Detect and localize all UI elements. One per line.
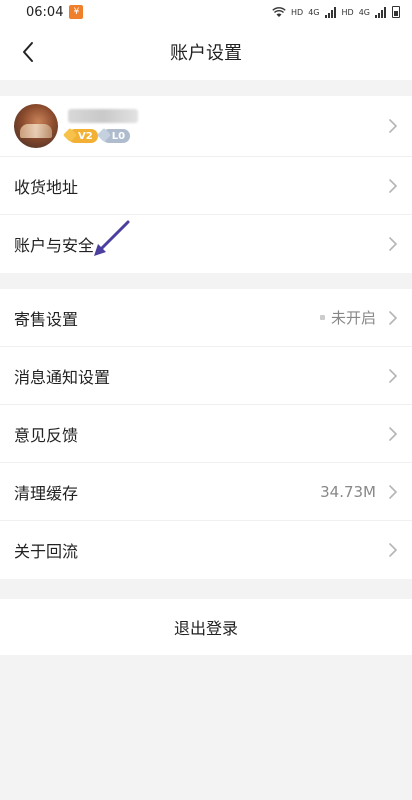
settings-item-label: 寄售设置 (14, 309, 79, 329)
settings-item-label: 意见反馈 (14, 425, 79, 445)
profile-row[interactable]: V2 L0 (0, 96, 412, 157)
chevron-right-icon (389, 178, 398, 193)
consign-status-text: 未开启 (330, 309, 376, 327)
status-right: HD 4G HD 4G (272, 6, 400, 18)
section-gap (0, 579, 412, 599)
chevron-right-icon (389, 368, 398, 383)
settings-item-notifications[interactable]: 消息通知设置 (0, 347, 412, 405)
page-title: 账户设置 (170, 43, 242, 64)
network-hd-1: HD (291, 7, 304, 17)
nav-bar: 账户设置 (0, 24, 412, 80)
level-badges: V2 L0 (68, 129, 388, 143)
preferences-group: 寄售设置 未开启 消息通知设置 意见反馈 清理缓存 34.73M 关于回流 (0, 289, 412, 579)
section-gap (0, 80, 412, 96)
settings-item-label: 关于回流 (14, 542, 79, 561)
chevron-right-icon (389, 543, 398, 557)
battery-icon (392, 6, 400, 18)
cache-size: 34.73M (320, 482, 376, 501)
signal-icon-2 (375, 6, 387, 18)
status-bar: 06:04 ¥ HD 4G HD 4G (0, 0, 412, 24)
settings-item-address[interactable]: 收货地址 (0, 157, 412, 215)
chevron-right-icon (389, 310, 398, 325)
settings-item-label: 收货地址 (14, 177, 79, 197)
settings-item-feedback[interactable]: 意见反馈 (0, 405, 412, 463)
section-gap (0, 273, 412, 289)
user-level-badge: L0 (101, 129, 131, 143)
profile-info: V2 L0 (68, 109, 388, 143)
consign-status: 未开启 (319, 307, 376, 328)
network-hd-2: HD (341, 7, 354, 17)
wifi-icon (272, 6, 286, 17)
settings-item-account-security[interactable]: 账户与安全 (0, 215, 412, 273)
vip-level-badge: V2 (68, 129, 98, 143)
settings-item-label: 消息通知设置 (14, 367, 111, 387)
app-notification-icon: ¥ (69, 5, 84, 19)
status-left: 06:04 ¥ (26, 4, 84, 20)
signal-icon (324, 6, 337, 18)
chevron-left-icon (23, 42, 33, 62)
chevron-right-icon (389, 237, 398, 251)
status-dot-icon (319, 315, 325, 320)
status-time: 06:04 (26, 4, 64, 20)
network-4g-2: 4G (358, 7, 370, 17)
back-button[interactable] (10, 34, 46, 70)
account-group: V2 L0 收货地址 账户与安全 (0, 96, 412, 273)
avatar (14, 104, 58, 148)
settings-item-about[interactable]: 关于回流 (0, 521, 412, 579)
chevron-right-icon (389, 119, 398, 133)
settings-item-label: 账户与安全 (14, 236, 95, 255)
network-4g-1: 4G (308, 7, 320, 17)
logout-button[interactable]: 退出登录 (0, 599, 412, 655)
blurred-nickname (68, 109, 138, 123)
settings-item-clear-cache[interactable]: 清理缓存 34.73M (0, 463, 412, 521)
chevron-right-icon (389, 426, 398, 441)
settings-item-consign[interactable]: 寄售设置 未开启 (0, 289, 412, 347)
chevron-right-icon (389, 484, 398, 499)
settings-item-label: 清理缓存 (14, 483, 79, 503)
